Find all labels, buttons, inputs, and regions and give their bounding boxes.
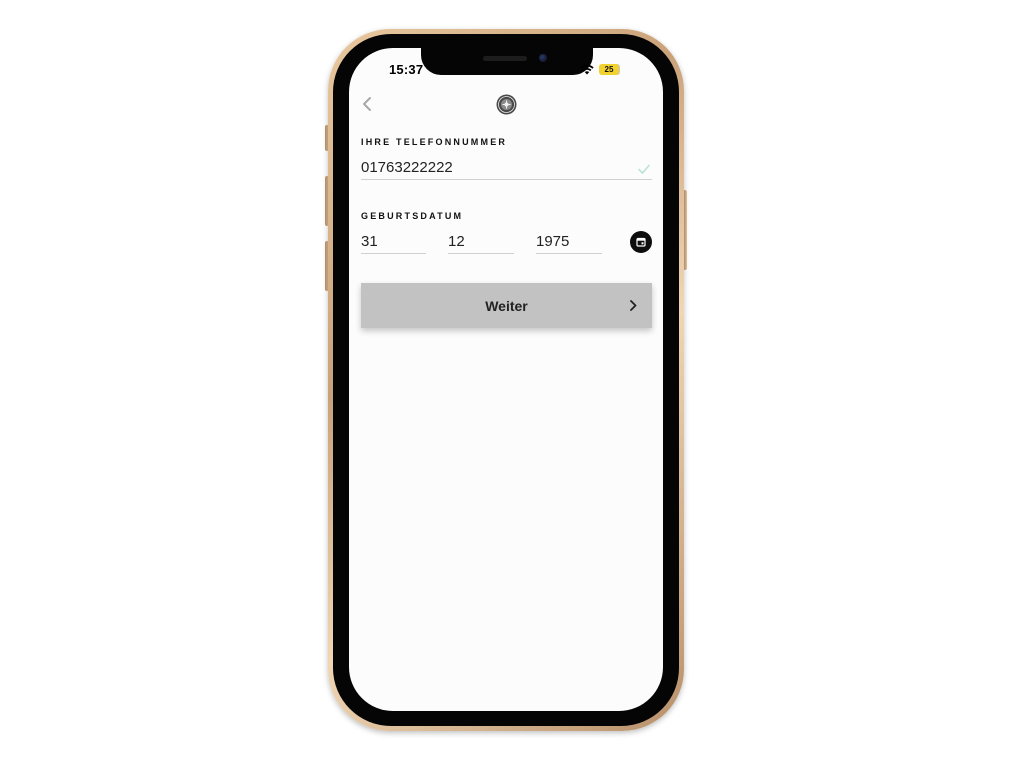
phone-screen (349, 48, 663, 711)
continue-button[interactable]: Weiter (361, 283, 652, 328)
birth-year-input[interactable] (536, 229, 602, 254)
check-icon (637, 162, 651, 174)
continue-button-label: Weiter (485, 297, 528, 314)
calendar-button[interactable] (630, 231, 652, 253)
status-indicators: 25 (580, 62, 619, 76)
birth-month-input[interactable] (448, 229, 514, 254)
birthdate-label: GEBURTSDATUM (361, 211, 464, 221)
status-time: 15:37 (389, 62, 424, 77)
back-button[interactable] (360, 95, 376, 113)
wifi-icon (580, 64, 594, 74)
birth-day-input[interactable] (361, 229, 426, 254)
calendar-icon (636, 237, 646, 247)
battery-indicator: 25 (599, 63, 619, 75)
front-camera (539, 54, 547, 62)
speaker-grille (483, 56, 527, 61)
seal-logo-icon (496, 94, 517, 115)
chevron-right-icon (630, 300, 637, 311)
stage: 15:37 25 IHRE TELEFONNUMMER GEBURTSDATUM (0, 0, 1024, 768)
notch (421, 48, 593, 75)
chevron-left-icon (363, 97, 371, 111)
phone-number-label: IHRE TELEFONNUMMER (361, 137, 508, 147)
phone-number-input[interactable] (361, 155, 652, 180)
